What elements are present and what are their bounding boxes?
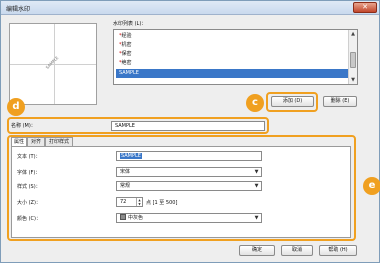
badge-e: e xyxy=(363,177,380,195)
size-unit: 点 [1 至 500] xyxy=(146,200,178,206)
title-bar: 编辑水印 ✕ xyxy=(1,1,379,15)
chevron-down-icon: ▼ xyxy=(254,183,259,189)
ok-button[interactable]: 确定 xyxy=(239,245,275,256)
color-label: 颜色 (C)： xyxy=(17,216,41,222)
list-scrollbar[interactable]: ▲ ▼ xyxy=(348,30,357,84)
list-item-selected[interactable]: SAMPLE xyxy=(116,69,348,78)
list-item[interactable]: *经验 xyxy=(116,32,348,41)
size-stepper[interactable]: 72 ▲ ▼ xyxy=(116,197,143,207)
watermark-list-label: 水印列表 (L)： xyxy=(113,21,147,27)
style-select[interactable]: 常规 ▼ xyxy=(116,181,262,191)
list-item[interactable]: *保密 xyxy=(116,50,348,59)
list-item[interactable]: *机密 xyxy=(116,41,348,50)
window-title: 编辑水印 xyxy=(6,6,31,13)
font-select[interactable]: 宋体 ▼ xyxy=(116,167,262,177)
add-button[interactable]: 添加 (D) xyxy=(271,96,314,107)
style-label: 样式 (S)： xyxy=(17,184,41,190)
text-label: 文本 (T)： xyxy=(17,154,41,160)
spin-arrows-icon[interactable]: ▲ ▼ xyxy=(136,198,142,206)
watermark-preview: SAMPLE xyxy=(9,23,97,105)
name-label: 名称 (M)： xyxy=(11,123,36,129)
delete-button[interactable]: 删除 (E) xyxy=(323,96,357,107)
color-select[interactable]: 中灰色 ▼ xyxy=(116,213,262,223)
scroll-down-icon[interactable]: ▼ xyxy=(349,76,357,84)
size-label: 大小 (Z)： xyxy=(17,200,41,206)
chevron-down-icon: ▼ xyxy=(254,169,259,175)
cancel-button[interactable]: 取消 xyxy=(281,245,313,256)
badge-d: d xyxy=(7,98,25,116)
edit-watermark-dialog: 编辑水印 ✕ SAMPLE 水印列表 (L)： *经验 *机密 *保密 *绝密 … xyxy=(0,0,380,263)
scroll-thumb[interactable] xyxy=(350,52,356,68)
badge-c: c xyxy=(246,94,264,112)
close-icon: ✕ xyxy=(362,3,368,11)
font-label: 字体 (F)： xyxy=(17,170,41,176)
scroll-up-icon[interactable]: ▲ xyxy=(349,30,357,38)
color-swatch xyxy=(120,214,126,220)
list-item[interactable]: *绝密 xyxy=(116,59,348,68)
watermark-list[interactable]: *经验 *机密 *保密 *绝密 SAMPLE ▲ ▼ xyxy=(113,29,358,85)
help-button[interactable]: 帮助 (H) xyxy=(319,245,357,256)
preview-watermark-text: SAMPLE xyxy=(44,55,60,70)
text-input[interactable]: SAMPLE xyxy=(116,151,262,161)
name-input[interactable]: SAMPLE xyxy=(111,121,265,131)
chevron-down-icon: ▼ xyxy=(254,215,259,221)
close-button[interactable]: ✕ xyxy=(353,2,377,13)
